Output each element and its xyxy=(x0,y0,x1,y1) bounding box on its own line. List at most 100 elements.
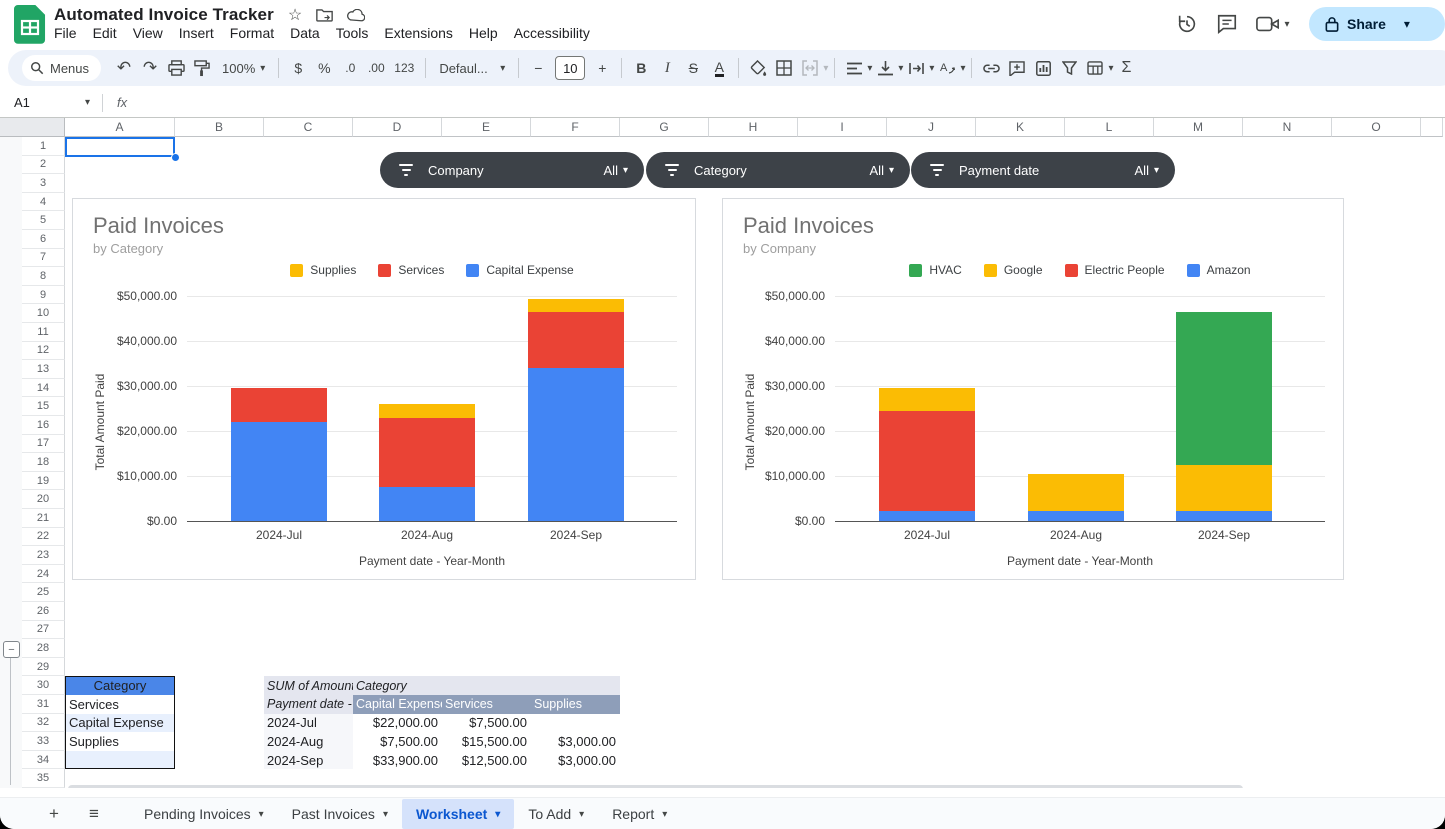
pivot-column-header-supplies[interactable]: Supplies xyxy=(531,695,620,714)
decrease-decimal-icon[interactable]: .0 xyxy=(337,54,363,82)
sheet-tab-worksheet[interactable]: Worksheet▾ xyxy=(402,799,514,829)
row-header-31[interactable]: 31 xyxy=(22,695,65,714)
column-header-partial[interactable] xyxy=(1421,118,1443,137)
share-button[interactable]: Share ▾ xyxy=(1309,7,1445,41)
column-header-a[interactable]: A xyxy=(65,118,175,137)
functions-icon[interactable]: Σ xyxy=(1114,54,1140,82)
pivot-row-label-2024-jul[interactable]: 2024-Jul xyxy=(264,714,353,733)
create-filter-icon[interactable] xyxy=(1056,54,1082,82)
slicer-value-dropdown[interactable]: All▾ xyxy=(1135,163,1159,178)
column-header-n[interactable]: N xyxy=(1243,118,1332,137)
column-header-i[interactable]: I xyxy=(798,118,887,137)
text-rotation-icon[interactable]: A xyxy=(934,54,960,82)
insert-comment-icon[interactable] xyxy=(1004,54,1030,82)
row-header-11[interactable]: 11 xyxy=(22,323,65,342)
row-header-18[interactable]: 18 xyxy=(22,453,65,472)
merge-cells-icon[interactable] xyxy=(797,54,823,82)
pivot-value-cell[interactable]: $15,500.00 xyxy=(442,732,531,751)
menu-item-help[interactable]: Help xyxy=(461,23,506,43)
bold-icon[interactable]: B xyxy=(628,54,654,82)
fill-handle[interactable] xyxy=(171,153,180,162)
column-header-h[interactable]: H xyxy=(709,118,798,137)
row-header-14[interactable]: 14 xyxy=(22,379,65,398)
pivot-value-cell[interactable]: $3,000.00 xyxy=(531,751,620,770)
column-header-o[interactable]: O xyxy=(1332,118,1421,137)
menu-item-tools[interactable]: Tools xyxy=(328,23,377,43)
row-header-26[interactable]: 26 xyxy=(22,602,65,621)
row-header-27[interactable]: 27 xyxy=(22,621,65,640)
row-header-16[interactable]: 16 xyxy=(22,416,65,435)
pivot-value-cell[interactable]: $3,000.00 xyxy=(531,732,620,751)
sheet-tab-pending-invoices[interactable]: Pending Invoices▾ xyxy=(130,799,278,829)
menu-item-accessibility[interactable]: Accessibility xyxy=(506,23,598,43)
pivot-value-cell[interactable]: $33,900.00 xyxy=(353,751,442,770)
column-header-f[interactable]: F xyxy=(531,118,620,137)
insert-table-icon[interactable] xyxy=(1082,54,1108,82)
menu-item-insert[interactable]: Insert xyxy=(171,23,222,43)
category-row-supplies[interactable]: Supplies xyxy=(65,732,175,751)
row-header-3[interactable]: 3 xyxy=(22,174,65,193)
pivot-corner-label[interactable]: SUM of Amount xyxy=(264,676,353,695)
font-size-input[interactable]: 10 xyxy=(555,56,585,80)
column-header-e[interactable]: E xyxy=(442,118,531,137)
column-header-k[interactable]: K xyxy=(976,118,1065,137)
version-history-icon[interactable] xyxy=(1167,4,1207,44)
print-icon[interactable] xyxy=(163,54,189,82)
pivot-row-label-2024-sep[interactable]: 2024-Sep xyxy=(264,751,353,770)
row-header-23[interactable]: 23 xyxy=(22,546,65,565)
pivot-value-cell[interactable]: $7,500.00 xyxy=(353,732,442,751)
slicer-company[interactable]: CompanyAll▾ xyxy=(380,152,644,188)
increase-decimal-icon[interactable]: .00 xyxy=(363,54,389,82)
pivot-corner-label-2[interactable]: Category xyxy=(353,676,442,695)
menu-item-edit[interactable]: Edit xyxy=(85,23,125,43)
sheet-tab-to-add[interactable]: To Add▾ xyxy=(514,799,598,829)
row-header-32[interactable]: 32 xyxy=(22,714,65,733)
slicer-payment-date[interactable]: Payment dateAll▾ xyxy=(911,152,1175,188)
name-box[interactable]: A1 ▾ xyxy=(0,95,96,110)
row-header-19[interactable]: 19 xyxy=(22,472,65,491)
row-header-22[interactable]: 22 xyxy=(22,528,65,547)
category-row-capital-expense[interactable]: Capital Expense xyxy=(65,714,175,733)
undo-icon[interactable]: ↶ xyxy=(111,54,137,82)
category-row-services[interactable]: Services xyxy=(65,695,175,714)
pivot-value-cell[interactable]: $7,500.00 xyxy=(442,714,531,733)
row-header-13[interactable]: 13 xyxy=(22,360,65,379)
menu-item-view[interactable]: View xyxy=(125,23,171,43)
slicer-value-dropdown[interactable]: All▾ xyxy=(870,163,894,178)
increase-font-size-icon[interactable]: + xyxy=(589,54,615,82)
row-header-1[interactable]: 1 xyxy=(22,137,65,156)
theme-style-select[interactable]: Defaul... ▾ xyxy=(432,55,512,81)
more-number-formats-icon[interactable]: 123 xyxy=(389,54,419,82)
sheet-tab-past-invoices[interactable]: Past Invoices▾ xyxy=(278,799,402,829)
comments-icon[interactable] xyxy=(1207,4,1247,44)
collapse-row-group-button[interactable]: − xyxy=(3,641,20,658)
borders-icon[interactable] xyxy=(771,54,797,82)
pivot-column-header-capital-expense[interactable]: Capital Expense xyxy=(353,695,442,714)
redo-icon[interactable]: ↷ xyxy=(137,54,163,82)
category-row-empty[interactable] xyxy=(65,751,175,770)
chart-paid-invoices-by-category[interactable]: Paid Invoicesby CategorySuppliesServices… xyxy=(72,198,696,580)
column-header-m[interactable]: M xyxy=(1154,118,1243,137)
insert-chart-icon[interactable] xyxy=(1030,54,1056,82)
slicer-value-dropdown[interactable]: All▾ xyxy=(604,163,628,178)
row-header-2[interactable]: 2 xyxy=(22,156,65,175)
row-header-28[interactable]: 28 xyxy=(22,639,65,658)
column-header-b[interactable]: B xyxy=(175,118,264,137)
sheet-tab-report[interactable]: Report▾ xyxy=(598,799,681,829)
document-title[interactable]: Automated Invoice Tracker xyxy=(54,5,274,25)
vertical-align-icon[interactable] xyxy=(872,54,898,82)
row-header-4[interactable]: 4 xyxy=(22,193,65,212)
row-header-8[interactable]: 8 xyxy=(22,267,65,286)
row-header-24[interactable]: 24 xyxy=(22,565,65,584)
row-header-29[interactable]: 29 xyxy=(22,658,65,677)
meet-video-icon[interactable]: ▾ xyxy=(1247,4,1299,44)
row-header-10[interactable]: 10 xyxy=(22,304,65,323)
sheets-logo-icon[interactable] xyxy=(14,5,46,45)
insert-link-icon[interactable] xyxy=(978,54,1004,82)
move-folder-icon[interactable] xyxy=(316,8,333,22)
menu-item-format[interactable]: Format xyxy=(222,23,282,43)
row-header-6[interactable]: 6 xyxy=(22,230,65,249)
percent-format-icon[interactable]: % xyxy=(311,54,337,82)
slicer-category[interactable]: CategoryAll▾ xyxy=(646,152,910,188)
row-header-21[interactable]: 21 xyxy=(22,509,65,528)
